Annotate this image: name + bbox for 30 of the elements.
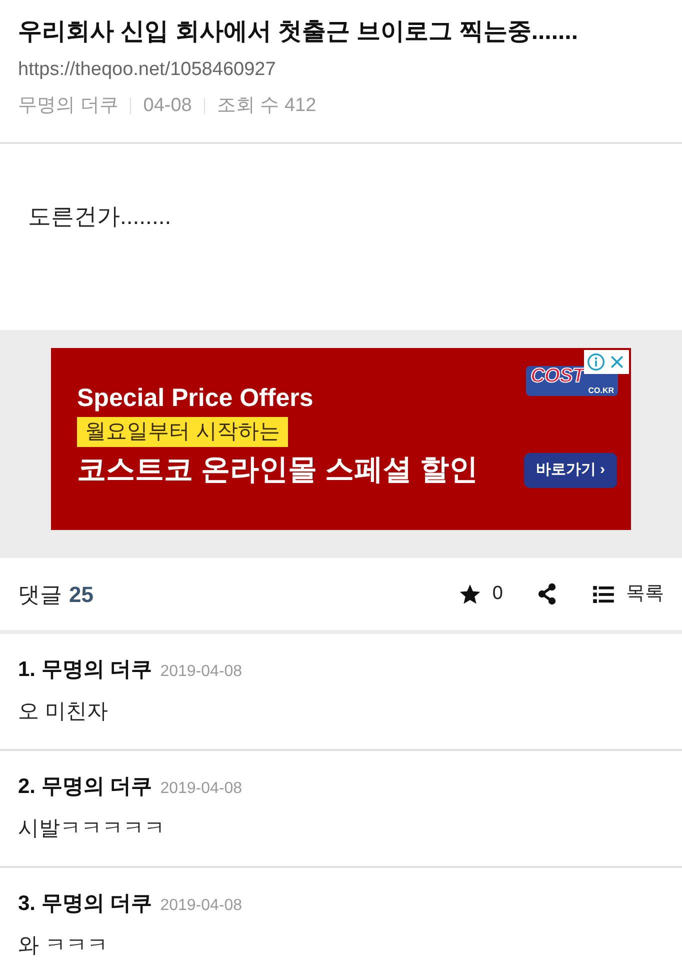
close-icon[interactable] [608, 353, 626, 371]
comment-text: 와 ㅋㅋㅋ [18, 933, 108, 959]
author-name: 무명의 더쿠 [18, 94, 118, 118]
comment-text: 오 미친자 [18, 699, 108, 725]
comment-count: 25 [69, 580, 94, 608]
comment-author: 3. 무명의 더쿠 [18, 891, 152, 917]
comments-label: 댓글 [18, 580, 62, 608]
share-icon[interactable] [537, 583, 557, 605]
logo-text: COST [530, 366, 585, 386]
post-date: 04-08 [143, 94, 192, 118]
comment-date: 2019-04-08 [160, 896, 242, 916]
star-icon[interactable] [458, 582, 482, 606]
view-count: 조회 수 412 [216, 94, 316, 118]
logo-subtext: CO.KR [588, 386, 614, 395]
vote-count: 0 [492, 582, 503, 606]
post-title: 우리회사 신입 회사에서 첫출근 브이로그 찍는중....... [18, 17, 578, 47]
post-url[interactable]: https://theqoo.net/1058460927 [18, 56, 276, 84]
ad-headline: Special Price Offers [77, 383, 314, 414]
comment-author: 1. 무명의 더쿠 [18, 657, 152, 683]
comment-date: 2019-04-08 [160, 662, 242, 682]
list-icon [593, 586, 614, 602]
go-now-button[interactable]: 바로가기 › [524, 452, 617, 488]
list-button[interactable]: 목록 [593, 580, 664, 608]
ad-highlight-text: 월요일부터 시작하는 [77, 417, 288, 447]
comment-text: 시발ㅋㅋㅋㅋㅋ [18, 816, 165, 842]
comment-date: 2019-04-08 [160, 779, 242, 799]
comment-author: 2. 무명의 더쿠 [18, 774, 152, 800]
ad-tagline: 코스트코 온라인몰 스페셜 할인 [77, 453, 478, 488]
info-icon[interactable] [587, 353, 605, 371]
post-body-text: 도른건가........ [28, 202, 172, 231]
